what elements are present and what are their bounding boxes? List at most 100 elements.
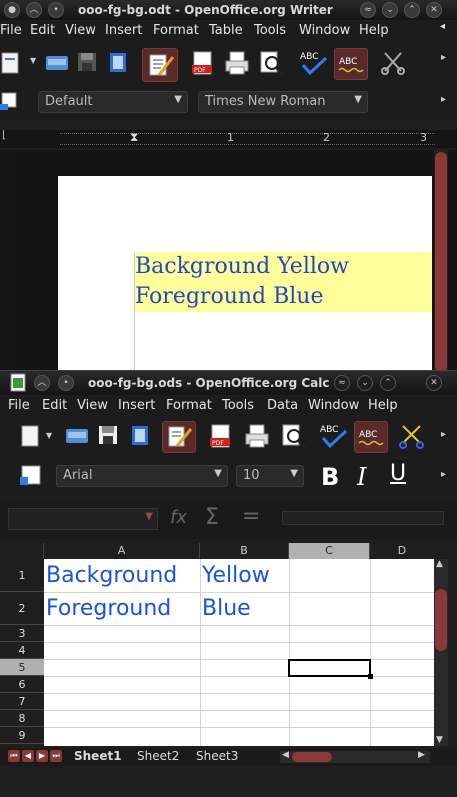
select-all-corner[interactable]	[0, 543, 44, 559]
print-icon[interactable]	[244, 423, 270, 449]
name-box[interactable]: ▼	[8, 508, 158, 530]
close-button[interactable]: ✕	[426, 375, 442, 391]
menu-edit[interactable]: Edit	[42, 398, 67, 413]
horizontal-ruler[interactable]: ⌊ ⧗ 1 2 3	[0, 130, 457, 148]
formula-input[interactable]	[282, 511, 444, 525]
cell-b2[interactable]: Blue	[202, 596, 251, 621]
overflow-icon[interactable]: ◂	[440, 21, 445, 32]
dropdown-arrow-icon[interactable]: ▼	[46, 431, 52, 440]
menu-view[interactable]: View	[77, 398, 108, 413]
cell-b1[interactable]: Yellow	[202, 563, 270, 588]
sheet-tab[interactable]: Sheet2	[137, 749, 179, 763]
underline-button[interactable]: U	[390, 461, 406, 486]
new-document-icon[interactable]	[0, 50, 26, 76]
styles-icon[interactable]	[0, 90, 26, 116]
edit-mode-button[interactable]	[142, 48, 178, 82]
open-icon[interactable]	[44, 50, 70, 76]
column-header[interactable]: A	[44, 543, 200, 559]
autospellcheck-button[interactable]: ABC	[334, 48, 368, 80]
font-name-select[interactable]: Times New Roman ▼	[198, 91, 368, 113]
styles-icon[interactable]	[18, 463, 44, 489]
menu-window[interactable]: Window	[308, 398, 359, 413]
row-header[interactable]: 7	[0, 693, 44, 710]
menu-file[interactable]: File	[0, 23, 22, 38]
menu-data[interactable]: Data	[267, 398, 298, 413]
scroll-right-icon[interactable]: ▶	[418, 750, 425, 760]
row-header[interactable]: 8	[0, 710, 44, 727]
vertical-scrollbar[interactable]: ▲ ▼	[434, 559, 448, 746]
font-size-select[interactable]: 10 ▼	[236, 465, 304, 487]
shade-button[interactable]: ︿	[26, 2, 42, 18]
cell-a1[interactable]: Background	[46, 563, 177, 588]
open-icon[interactable]	[64, 423, 90, 449]
menu-tools[interactable]: Tools	[254, 23, 286, 38]
export-pdf-icon[interactable]: PDF	[208, 423, 234, 449]
minimize-button[interactable]: ⌄	[382, 2, 398, 18]
horizontal-scrollbar[interactable]: ◀ ▶	[280, 750, 430, 763]
scrollbar-thumb[interactable]	[435, 589, 447, 651]
row-header-selected[interactable]: 5	[0, 659, 44, 676]
sheet-tab[interactable]: Sheet3	[196, 749, 238, 763]
page-preview-icon[interactable]	[280, 423, 307, 449]
bold-button[interactable]: B	[321, 463, 339, 491]
menu-insert[interactable]: Insert	[105, 23, 142, 38]
autospellcheck-button[interactable]: ABC	[354, 421, 388, 453]
close-button[interactable]: ✕	[426, 2, 442, 18]
scroll-up-icon[interactable]: ▲	[436, 559, 443, 569]
spreadsheet-grid[interactable]: A B C D 1 2 3 4 5 6 7 8 9 Background Yel	[0, 543, 434, 746]
edit-mode-button[interactable]	[162, 421, 196, 453]
column-header[interactable]: B	[200, 543, 289, 559]
vertical-scrollbar[interactable]	[434, 150, 448, 372]
scrollbar-thumb[interactable]	[292, 752, 332, 762]
export-pdf-icon[interactable]: PDF	[190, 50, 216, 76]
tab-stop-icon[interactable]: ⌊	[2, 130, 6, 141]
cut-icon[interactable]	[398, 423, 424, 449]
next-sheet-icon[interactable]: ▶	[36, 750, 48, 762]
vertical-ruler[interactable]	[0, 150, 18, 372]
menu-table[interactable]: Table	[209, 23, 243, 38]
menu-format[interactable]: Format	[153, 23, 199, 38]
row-header[interactable]: 6	[0, 676, 44, 693]
print-icon[interactable]	[224, 50, 250, 76]
function-icon[interactable]: =	[242, 504, 260, 529]
minimize-button[interactable]: ⌄	[357, 375, 373, 391]
menu-help[interactable]: Help	[359, 23, 389, 38]
sticky-button[interactable]: •	[48, 2, 64, 18]
overflow-icon[interactable]: ▸	[441, 94, 446, 105]
prev-sheet-icon[interactable]: ◀	[22, 750, 34, 762]
menu-tools[interactable]: Tools	[222, 398, 254, 413]
menu-edit[interactable]: Edit	[30, 23, 55, 38]
cell-a2[interactable]: Foreground	[46, 596, 171, 621]
italic-button[interactable]: I	[357, 463, 366, 491]
text-line-2[interactable]: Foreground Blue	[135, 284, 324, 309]
cut-icon[interactable]	[380, 50, 406, 76]
row-header[interactable]: 2	[0, 592, 44, 625]
first-sheet-icon[interactable]: ⏮	[8, 750, 20, 762]
shade-button[interactable]: ︿	[34, 375, 50, 391]
row-header[interactable]: 9	[0, 727, 44, 744]
active-cell-c5[interactable]	[288, 659, 373, 679]
font-name-select[interactable]: Arial ▼	[56, 465, 228, 487]
save-icon[interactable]	[75, 50, 101, 76]
overflow-icon[interactable]: ▸	[441, 52, 446, 63]
edit-file-icon[interactable]	[128, 423, 154, 449]
menu-view[interactable]: View	[65, 23, 96, 38]
row-header[interactable]: 3	[0, 625, 44, 642]
menu-help[interactable]: Help	[368, 398, 398, 413]
overflow-icon[interactable]: ▸	[441, 469, 446, 480]
new-document-icon[interactable]	[20, 423, 46, 449]
shade-button[interactable]: ≈	[334, 375, 350, 391]
column-header[interactable]: D	[370, 543, 434, 559]
row-header[interactable]: 4	[0, 642, 44, 659]
save-icon[interactable]	[96, 423, 122, 449]
page-preview-icon[interactable]	[258, 50, 285, 76]
document-page[interactable]: Background Yellow Foreground Blue	[58, 176, 432, 372]
fill-handle[interactable]	[368, 674, 373, 679]
row-header[interactable]: 1	[0, 559, 44, 592]
menu-insert[interactable]: Insert	[118, 398, 155, 413]
sum-icon[interactable]: Σ	[205, 505, 219, 530]
overflow-icon[interactable]: ▸	[441, 429, 446, 440]
shade-button[interactable]: ≈	[360, 2, 376, 18]
sticky-button[interactable]: •	[58, 375, 74, 391]
dropdown-arrow-icon[interactable]: ▼	[30, 56, 36, 65]
